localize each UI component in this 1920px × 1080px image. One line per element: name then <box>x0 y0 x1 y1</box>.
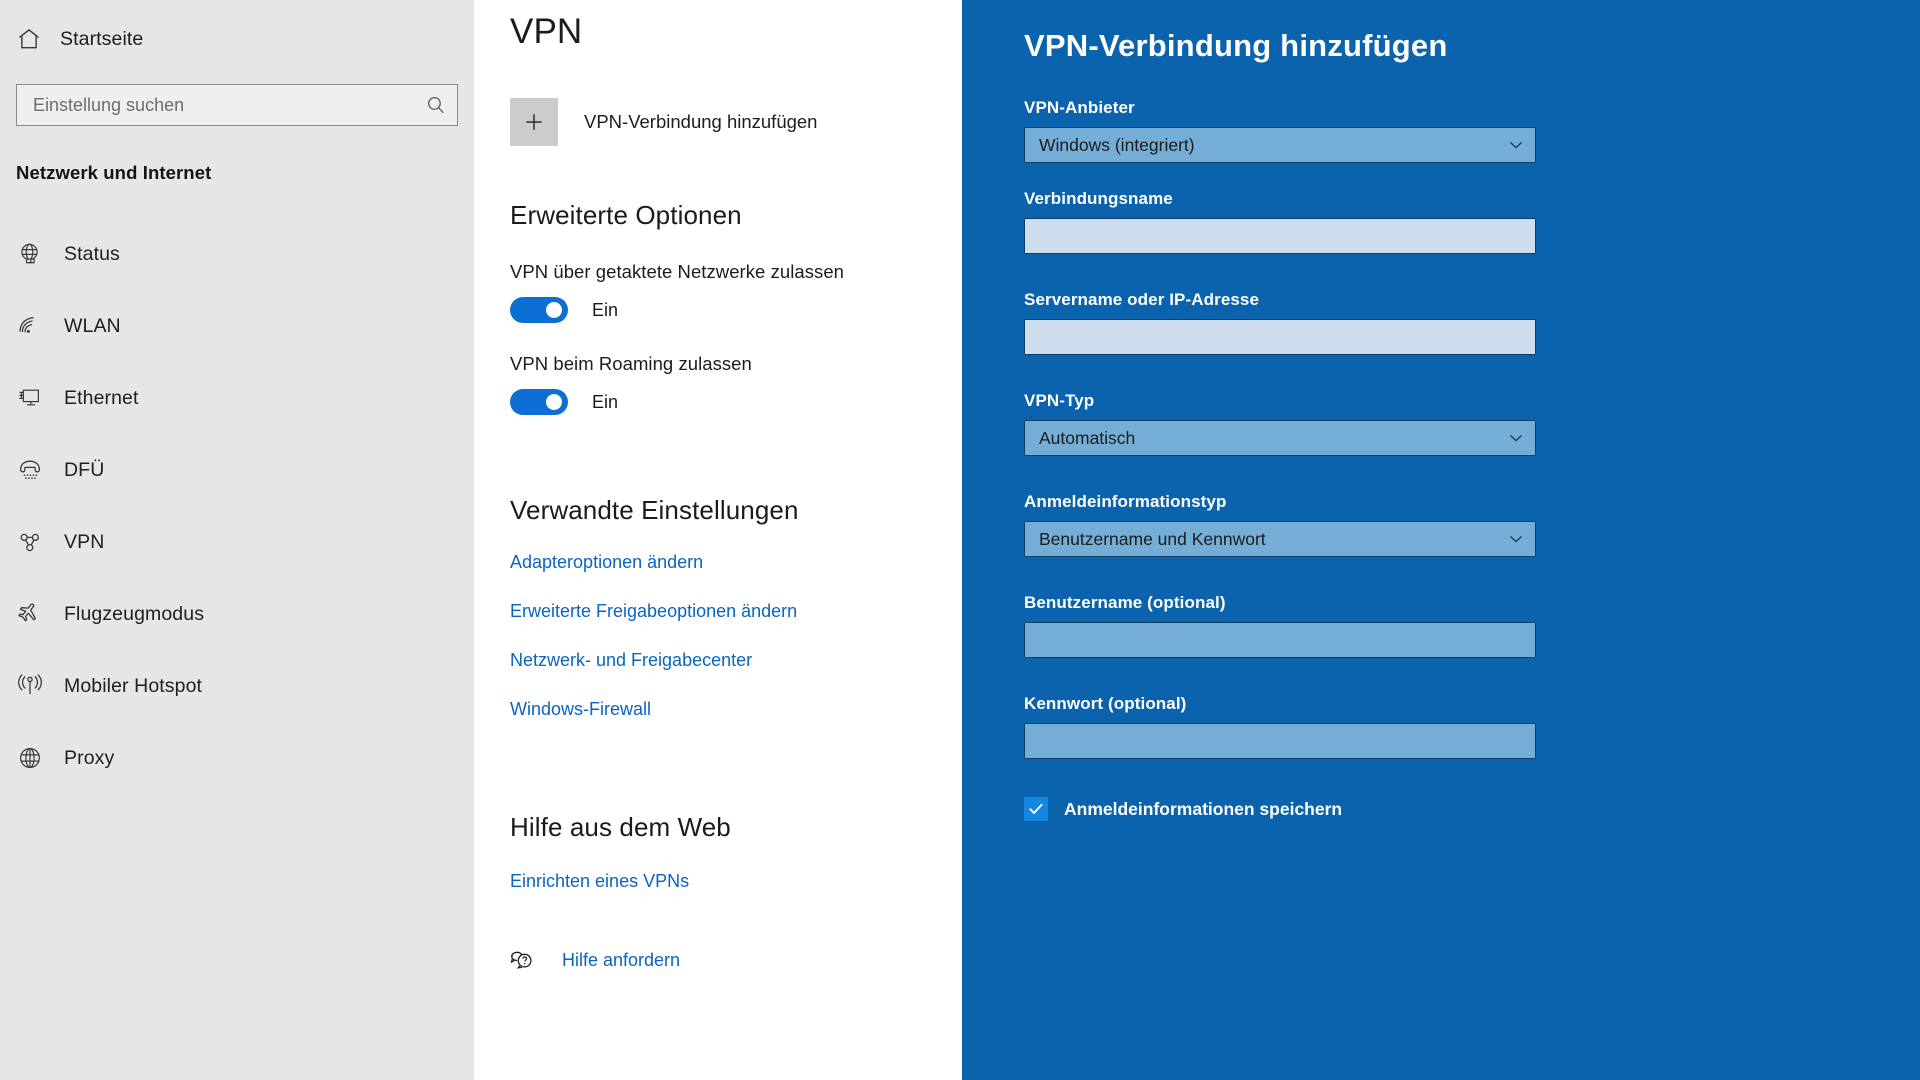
toggle-knob <box>546 394 562 410</box>
web-help-section: Hilfe aus dem Web Einrichten eines VPNs … <box>510 812 962 972</box>
link-windows-firewall[interactable]: Windows-Firewall <box>510 699 651 720</box>
search-icon <box>425 94 447 116</box>
sidebar-item-label: Ethernet <box>64 386 139 409</box>
sidebar-item-label: WLAN <box>64 314 121 337</box>
sidebar: Startseite Netzwerk und Internet <box>0 0 474 1080</box>
related-settings-heading: Verwandte Einstellungen <box>510 495 799 525</box>
sidebar-item-wlan[interactable]: WLAN <box>0 290 474 362</box>
sidebar-item-flugzeugmodus[interactable]: Flugzeugmodus <box>0 578 474 650</box>
server-name-input[interactable] <box>1024 319 1536 355</box>
get-help-button[interactable]: Hilfe anfordern <box>510 948 962 972</box>
search-input[interactable] <box>33 85 425 125</box>
chevron-down-icon <box>1507 530 1525 548</box>
vpn-type-value: Automatisch <box>1039 427 1136 448</box>
home-icon <box>16 26 42 52</box>
sidebar-item-ethernet[interactable]: Ethernet <box>0 362 474 434</box>
option-metered-networks: VPN über getaktete Netzwerke zulassen Ei… <box>510 261 962 323</box>
sidebar-item-mobiler-hotspot[interactable]: Mobiler Hotspot <box>0 650 474 722</box>
option-label: VPN beim Roaming zulassen <box>510 353 752 374</box>
username-input[interactable] <box>1024 622 1536 658</box>
web-help-heading: Hilfe aus dem Web <box>510 812 731 842</box>
plus-icon <box>510 98 558 146</box>
airplane-icon <box>16 600 44 628</box>
link-network-center[interactable]: Netzwerk- und Freigabecenter <box>510 650 752 671</box>
wifi-icon <box>16 312 44 340</box>
field-username: Benutzername (optional) <box>1024 593 1536 658</box>
chevron-down-icon <box>1507 429 1525 447</box>
credential-type-select[interactable]: Benutzername und Kennwort <box>1024 521 1536 557</box>
ethernet-icon <box>16 384 44 412</box>
field-password: Kennwort (optional) <box>1024 694 1536 759</box>
save-credentials-checkbox-row[interactable]: Anmeldeinformationen speichern <box>1024 797 1342 821</box>
field-label: Verbindungsname <box>1024 189 1173 208</box>
sidebar-item-label: VPN <box>64 530 105 553</box>
related-settings-section: Verwandte Einstellungen Adapteroptionen … <box>510 495 962 720</box>
globe-status-icon <box>16 240 44 268</box>
toggle-state-label: Ein <box>592 391 619 412</box>
sidebar-group-title: Netzwerk und Internet <box>16 162 212 183</box>
field-label: Benutzername (optional) <box>1024 593 1226 612</box>
chevron-down-icon <box>1507 136 1525 154</box>
sidebar-item-label: Status <box>64 242 120 265</box>
toggle-roaming[interactable] <box>510 389 568 415</box>
save-credentials-checkbox[interactable] <box>1024 797 1048 821</box>
toggle-metered-networks[interactable] <box>510 297 568 323</box>
settings-window: Startseite Netzwerk und Internet <box>0 0 1920 1080</box>
link-adapter-options[interactable]: Adapteroptionen ändern <box>510 552 703 573</box>
search-box[interactable] <box>16 84 458 126</box>
credential-type-value: Benutzername und Kennwort <box>1039 528 1266 549</box>
sidebar-item-label: Proxy <box>64 746 115 769</box>
field-vpn-provider: VPN-Anbieter Windows (integriert) <box>1024 98 1536 163</box>
field-label: Kennwort (optional) <box>1024 694 1187 713</box>
vpn-provider-select[interactable]: Windows (integriert) <box>1024 127 1536 163</box>
toggle-state-label: Ein <box>592 299 619 320</box>
field-label: VPN-Typ <box>1024 391 1095 410</box>
add-vpn-connection-label: VPN-Verbindung hinzufügen <box>584 111 818 132</box>
sidebar-item-label: DFÜ <box>64 458 105 481</box>
page-title: VPN <box>510 12 583 51</box>
link-setup-vpn[interactable]: Einrichten eines VPNs <box>510 871 689 892</box>
connection-name-input[interactable] <box>1024 218 1536 254</box>
save-credentials-label: Anmeldeinformationen speichern <box>1064 798 1343 819</box>
option-toggle-row: Ein <box>510 389 962 415</box>
password-input[interactable] <box>1024 723 1536 759</box>
globe-proxy-icon <box>16 744 44 772</box>
vpn-type-select[interactable]: Automatisch <box>1024 420 1536 456</box>
sidebar-item-status[interactable]: Status <box>0 218 474 290</box>
dialog-title: VPN-Verbindung hinzufügen <box>1024 28 1448 63</box>
main-content: VPN VPN-Verbindung hinzufügen Erweiterte… <box>474 0 962 1080</box>
checkmark-icon <box>1029 803 1043 814</box>
sidebar-home-label: Startseite <box>60 27 144 50</box>
question-bubble-icon <box>510 948 534 972</box>
field-label: Servername oder IP-Adresse <box>1024 290 1260 309</box>
field-connection-name: Verbindungsname <box>1024 189 1536 254</box>
field-server-name: Servername oder IP-Adresse <box>1024 290 1536 355</box>
field-label: Anmeldeinformationstyp <box>1024 492 1227 511</box>
sidebar-item-label: Flugzeugmodus <box>64 602 205 625</box>
field-credential-type: Anmeldeinformationstyp Benutzername und … <box>1024 492 1536 557</box>
advanced-options-heading: Erweiterte Optionen <box>510 200 742 230</box>
add-vpn-dialog: VPN-Verbindung hinzufügen VPN-Anbieter W… <box>962 0 1920 1080</box>
sidebar-item-label: Mobiler Hotspot <box>64 674 203 697</box>
sidebar-item-proxy[interactable]: Proxy <box>0 722 474 794</box>
field-label: VPN-Anbieter <box>1024 98 1135 117</box>
sidebar-item-vpn[interactable]: VPN <box>0 506 474 578</box>
option-label: VPN über getaktete Netzwerke zulassen <box>510 261 844 282</box>
toggle-knob <box>546 302 562 318</box>
vpn-provider-value: Windows (integriert) <box>1039 134 1195 155</box>
sidebar-item-dfu[interactable]: DFÜ <box>0 434 474 506</box>
get-help-label: Hilfe anfordern <box>562 949 681 970</box>
sidebar-nav: Status WLAN Ethernet DFÜ VPN Flugzeugmod… <box>0 218 474 794</box>
vpn-icon <box>16 528 44 556</box>
option-roaming: VPN beim Roaming zulassen Ein <box>510 353 962 415</box>
sidebar-item-home[interactable]: Startseite <box>0 12 474 66</box>
dialup-phone-icon <box>16 456 44 484</box>
field-vpn-type: VPN-Typ Automatisch <box>1024 391 1536 456</box>
option-toggle-row: Ein <box>510 297 962 323</box>
add-vpn-connection-button[interactable]: VPN-Verbindung hinzufügen <box>510 98 962 146</box>
link-sharing-options[interactable]: Erweiterte Freigabeoptionen ändern <box>510 601 797 622</box>
hotspot-icon <box>16 672 44 700</box>
advanced-options-section: Erweiterte Optionen VPN über getaktete N… <box>510 200 962 415</box>
